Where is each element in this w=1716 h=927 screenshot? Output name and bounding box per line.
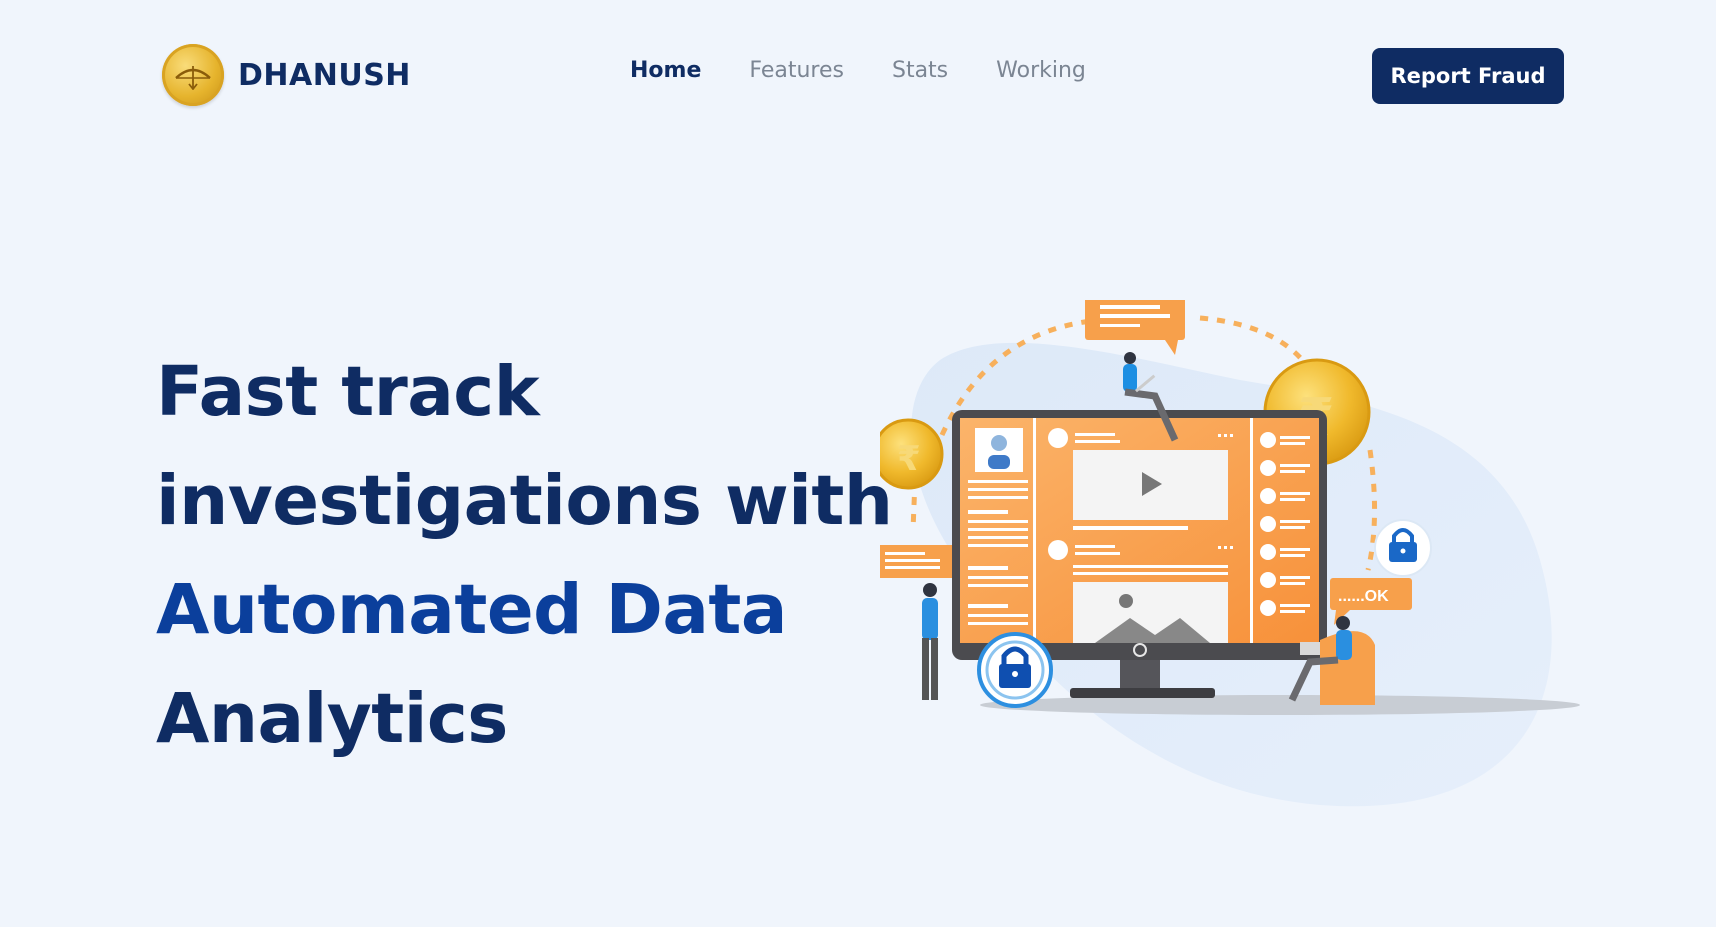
svg-text:₹: ₹ — [897, 439, 921, 479]
dashed-arc-right — [1199, 315, 1313, 372]
hero-headline: Fast track investigations with Automated… — [156, 338, 916, 774]
hero-illustration: ......OK ₹ ₹ — [880, 300, 1580, 807]
bow-arrow-coin-icon — [162, 44, 224, 106]
person-standing-icon — [922, 583, 938, 700]
nav-stats[interactable]: Stats — [892, 58, 948, 83]
nav-working[interactable]: Working — [996, 58, 1086, 83]
hero-line-4: Analytics — [156, 679, 508, 759]
ok-label: ......OK — [1338, 588, 1389, 605]
message-bubble-left — [880, 545, 955, 578]
landing-page: DHANUSH Home Features Stats Working Repo… — [0, 0, 1716, 927]
hero-line-2: investigations with — [156, 461, 893, 541]
padlock-small-icon — [1374, 519, 1432, 577]
message-bubble-top — [1085, 300, 1185, 355]
hero-line-1: Fast track — [156, 352, 540, 432]
hero-line-3: Automated Data — [156, 570, 787, 650]
report-fraud-button[interactable]: Report Fraud — [1372, 48, 1564, 104]
nav-features[interactable]: Features — [749, 58, 844, 83]
brand-name: DHANUSH — [238, 57, 411, 93]
floor-shadow — [980, 695, 1580, 715]
rupee-coin-icon: ₹ — [880, 418, 944, 490]
brand-logo[interactable]: DHANUSH — [162, 44, 411, 106]
padlock-icon — [977, 632, 1053, 708]
nav-home[interactable]: Home — [630, 58, 701, 83]
main-nav: Home Features Stats Working — [630, 58, 1134, 83]
